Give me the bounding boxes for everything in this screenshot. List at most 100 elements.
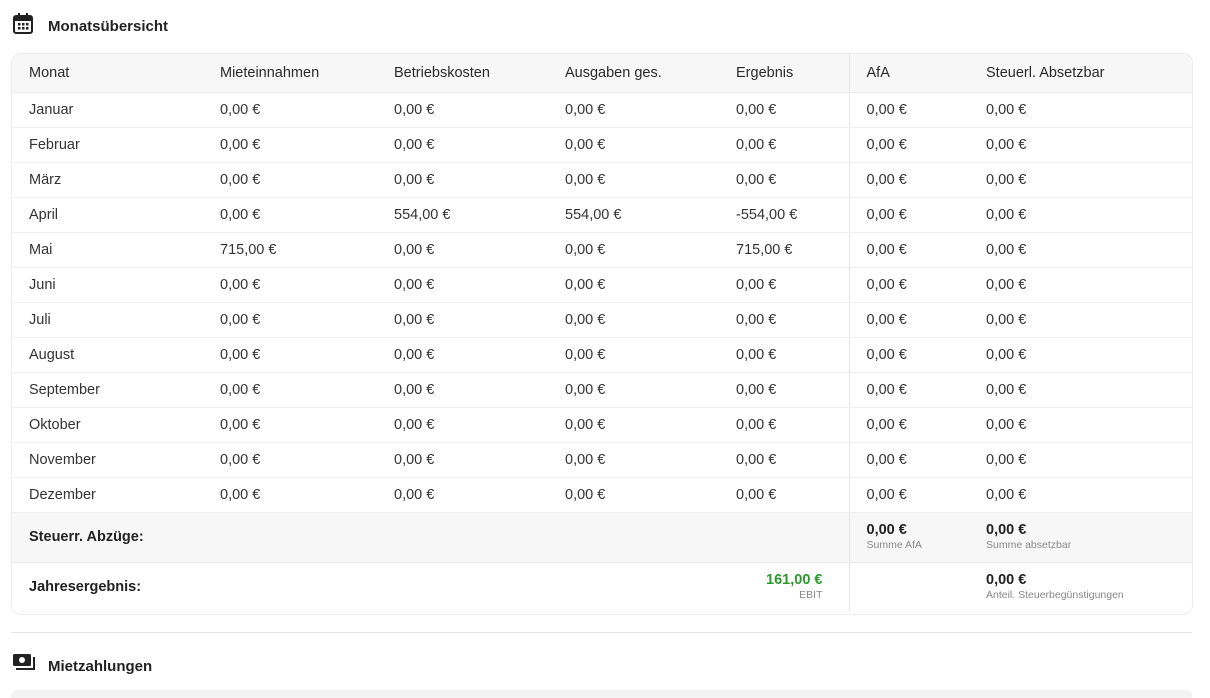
cell-result: 0,00 € — [719, 477, 849, 513]
cell-tax-deductible: 0,00 € — [969, 372, 1192, 408]
cell-total-expenses: 0,00 € — [548, 302, 719, 338]
annual-result-label: Jahresergebnis: — [29, 579, 142, 596]
cell-operating-costs: 0,00 € — [377, 442, 548, 478]
cell-operating-costs: 0,00 € — [377, 372, 548, 408]
table-row: November 0,00 €0,00 €0,00 €0,00 €0,00 €0,… — [12, 442, 1192, 478]
annual-result-row: Jahresergebnis: 161,00 € EBIT 0,00 € Ant… — [12, 562, 1192, 612]
cell-operating-costs: 0,00 € — [377, 407, 548, 443]
cell-afa: 0,00 € — [848, 442, 969, 478]
monthly-overview-title: Monatsübersicht — [48, 18, 169, 35]
deductible-sum-value: 0,00 € — [986, 522, 1027, 538]
cell-operating-costs: 0,00 € — [377, 127, 548, 163]
table-row: Oktober 0,00 €0,00 €0,00 €0,00 €0,00 €0,0… — [12, 407, 1192, 443]
annual-afa-empty-cell — [848, 562, 969, 612]
cell-operating-costs: 0,00 € — [377, 267, 548, 303]
cell-total-expenses: 0,00 € — [548, 127, 719, 163]
cell-tax-deductible: 0,00 € — [969, 302, 1192, 338]
cell-afa: 0,00 € — [848, 92, 969, 128]
cell-afa: 0,00 € — [848, 162, 969, 198]
cell-operating-costs: 0,00 € — [377, 162, 548, 198]
cell-result: 0,00 € — [719, 162, 849, 198]
column-header-total-expenses: Ausgaben ges. — [548, 54, 719, 93]
cell-total-expenses: 0,00 € — [548, 162, 719, 198]
table-row: August 0,00 €0,00 €0,00 €0,00 €0,00 €0,00… — [12, 337, 1192, 373]
cell-total-expenses: 0,00 € — [548, 337, 719, 373]
cell-afa: 0,00 € — [848, 267, 969, 303]
ebit-cell: 161,00 € EBIT — [719, 562, 849, 612]
table-row: April 0,00 €554,00 €554,00 € -554,00 €0,00… — [12, 197, 1192, 233]
table-row: März 0,00 €0,00 €0,00 €0,00 €0,00 €0,00 € — [12, 162, 1192, 198]
cell-operating-costs: 0,00 € — [377, 232, 548, 268]
cell-tax-deductible: 0,00 € — [969, 477, 1192, 513]
tax-benefit-cell: 0,00 € Anteil. Steuerbegünstigungen — [969, 562, 1192, 612]
cell-tax-deductible: 0,00 € — [969, 267, 1192, 303]
deductible-sum-cell: 0,00 € Summe absetzbar — [969, 512, 1192, 563]
cell-result: 0,00 € — [719, 372, 849, 408]
ebit-caption: EBIT — [799, 589, 823, 602]
ebit-value: 161,00 € — [766, 572, 823, 589]
cell-operating-costs: 0,00 € — [377, 477, 548, 513]
cell-tax-deductible: 0,00 € — [969, 442, 1192, 478]
cell-rent-income: 0,00 € — [203, 302, 377, 338]
monthly-overview-table-card: Monat Mieteinnahmen Betriebskosten Ausga… — [11, 53, 1193, 615]
cell-result: 0,00 € — [719, 127, 849, 163]
cell-rent-income: 0,00 € — [203, 372, 377, 408]
cell-total-expenses: 0,00 € — [548, 372, 719, 408]
cell-rent-income: 0,00 € — [203, 477, 377, 513]
cell-result: 0,00 € — [719, 337, 849, 373]
cell-tax-deductible: 0,00 € — [969, 337, 1192, 373]
tax-deductions-label: Steuerr. Abzüge: — [12, 512, 849, 563]
table-row: Juli 0,00 €0,00 €0,00 €0,00 €0,00 €0,00 € — [12, 302, 1192, 338]
cell-afa: 0,00 € — [848, 232, 969, 268]
table-row: Juni 0,00 €0,00 €0,00 €0,00 €0,00 €0,00 € — [12, 267, 1192, 303]
cell-tax-deductible: 0,00 € — [969, 197, 1192, 233]
cell-month: September — [12, 372, 203, 408]
cell-result: 0,00 € — [719, 267, 849, 303]
cell-rent-income: 0,00 € — [203, 407, 377, 443]
table-row: Dezember 0,00 €0,00 €0,00 €0,00 €0,00 €0,… — [12, 477, 1192, 513]
cell-rent-income: 0,00 € — [203, 162, 377, 198]
cell-month: Dezember — [12, 477, 203, 513]
table-row: Januar 0,00 €0,00 €0,00 €0,00 €0,00 €0,00… — [12, 92, 1192, 128]
tax-deductions-row: Steuerr. Abzüge: 0,00 € Summe AfA 0,00 €… — [12, 512, 1192, 563]
cell-month: März — [12, 162, 203, 198]
cash-icon — [12, 652, 35, 676]
cell-total-expenses: 0,00 € — [548, 442, 719, 478]
section-divider — [11, 632, 1192, 633]
cell-total-expenses: 0,00 € — [548, 407, 719, 443]
cell-rent-income: 0,00 € — [203, 92, 377, 128]
rent-payments-header[interactable]: Mietzahlungen — [12, 652, 152, 676]
column-header-tax-deductible: Steuerl. Absetzbar — [969, 54, 1192, 93]
cell-month: Februar — [12, 127, 203, 163]
cell-tax-deductible: 0,00 € — [969, 162, 1192, 198]
table-row: September 0,00 €0,00 €0,00 €0,00 €0,00 €0… — [12, 372, 1192, 408]
cell-operating-costs: 0,00 € — [377, 302, 548, 338]
cell-operating-costs: 0,00 € — [377, 337, 548, 373]
cell-tax-deductible: 0,00 € — [969, 92, 1192, 128]
table-row: Februar 0,00 €0,00 €0,00 €0,00 €0,00 €0,0… — [12, 127, 1192, 163]
rent-payments-title: Mietzahlungen — [48, 658, 153, 675]
table-header-row: Monat Mieteinnahmen Betriebskosten Ausga… — [12, 54, 1192, 93]
column-header-month: Monat — [12, 54, 203, 93]
column-header-rent-income: Mieteinnahmen — [203, 54, 377, 93]
cell-rent-income: 0,00 € — [203, 442, 377, 478]
cell-total-expenses: 0,00 € — [548, 232, 719, 268]
cell-result: 0,00 € — [719, 442, 849, 478]
page: Monatsübersicht Monat Mieteinnahmen Betr… — [0, 0, 1210, 698]
cell-month: November — [12, 442, 203, 478]
cell-tax-deductible: 0,00 € — [969, 407, 1192, 443]
cell-afa: 0,00 € — [848, 372, 969, 408]
cell-rent-income: 0,00 € — [203, 197, 377, 233]
column-header-result: Ergebnis — [719, 54, 849, 93]
cell-total-expenses: 0,00 € — [548, 267, 719, 303]
monthly-overview-header: Monatsübersicht — [12, 12, 168, 36]
column-header-afa: AfA — [848, 54, 969, 93]
cell-tax-deductible: 0,00 € — [969, 127, 1192, 163]
cell-month: Januar — [12, 92, 203, 128]
cell-total-expenses: 554,00 € — [548, 197, 719, 233]
monthly-overview-table: Monat Mieteinnahmen Betriebskosten Ausga… — [12, 54, 1192, 612]
tax-benefit-value: 0,00 € — [986, 572, 1027, 589]
cell-operating-costs: 0,00 € — [377, 92, 548, 128]
cell-month: Mai — [12, 232, 203, 268]
cell-rent-income: 0,00 € — [203, 127, 377, 163]
